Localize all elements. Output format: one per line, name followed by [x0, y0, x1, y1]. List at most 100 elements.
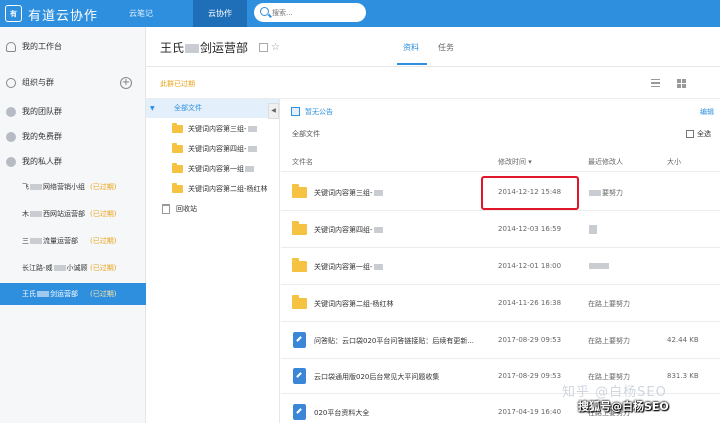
- top-bar: 有 有道云协作 云笔记 云协作: [0, 0, 720, 27]
- blurred-text: [589, 190, 601, 196]
- file-name[interactable]: 问答贴：云口袋020平台问答链接贴：后续有更新...: [314, 336, 474, 346]
- file-name[interactable]: 关键词内容第四组-: [314, 225, 384, 235]
- tree-item-root[interactable]: ▼ 全部文件: [146, 99, 279, 118]
- table-row[interactable]: 关键词内容第四组- 2014-12-03 16:59: [281, 211, 720, 248]
- group-name-suffix: 流量运营部: [43, 237, 78, 245]
- file-name[interactable]: 云口袋通用版020后台常见大平问题收集: [314, 372, 439, 382]
- blurred-text: [373, 190, 383, 196]
- tab-cloud-note[interactable]: 云笔记: [119, 0, 163, 27]
- file-modified-time: 2017-08-29 09:53: [498, 372, 562, 380]
- file-size: 42.44 KB: [667, 336, 699, 344]
- app-logo-icon[interactable]: 有: [5, 5, 22, 22]
- sidebar-item-team-groups[interactable]: 我的团队群: [0, 101, 146, 123]
- search-icon: [260, 7, 269, 16]
- group-item-active[interactable]: 王氏 剑运营部 (已过期): [0, 283, 146, 305]
- blurred-text: [373, 227, 383, 233]
- column-header-modifier[interactable]: 最近修改人: [588, 157, 623, 167]
- sidebar-item-private-groups[interactable]: 我的私人群: [0, 151, 146, 173]
- caret-down-icon[interactable]: ▼: [150, 99, 155, 118]
- tree-item[interactable]: 关键词内容第一组: [146, 160, 279, 179]
- group-item[interactable]: 飞 网络营销小组 (已过期): [0, 176, 146, 198]
- select-all[interactable]: 全选: [686, 129, 711, 139]
- sidebar-item-org-groups[interactable]: 组织与群 +: [0, 72, 146, 94]
- trash-icon: [162, 204, 170, 214]
- search-box[interactable]: [254, 3, 366, 22]
- select-all-label: 全选: [697, 130, 711, 138]
- sidebar-item-free-groups[interactable]: 我的免费群: [0, 126, 146, 148]
- tree-item[interactable]: 关键词内容第四组-: [146, 140, 279, 159]
- group-name-suffix: 小诚顾: [66, 264, 88, 272]
- group-item[interactable]: 木 西网站运营部 (已过期): [0, 203, 146, 225]
- group-item[interactable]: 长江路-威 小诚顾 (已过期): [0, 257, 146, 279]
- folder-icon: [292, 258, 307, 272]
- tree-item-trash[interactable]: 回收站: [146, 200, 279, 219]
- file-name[interactable]: 020平台资料大全: [314, 408, 369, 418]
- list-view-icon[interactable]: [651, 79, 660, 87]
- sidebar-item-workbench[interactable]: 我的工作台: [0, 36, 146, 58]
- announcement-bar: 暂无公告 编辑: [281, 102, 720, 122]
- edit-announcement-link[interactable]: 编辑: [700, 107, 714, 117]
- group-name: 王氏 剑运营部: [22, 283, 78, 305]
- blurred-text: [247, 126, 257, 132]
- document-icon: [293, 332, 306, 348]
- folder-icon: [172, 143, 183, 153]
- expired-notice[interactable]: 此群已过期: [160, 79, 195, 89]
- sidebar-item-label: 我的团队群: [22, 107, 62, 116]
- file-modified-time: 2017-08-29 09:53: [498, 336, 562, 344]
- column-header-modified[interactable]: 修改时间 ▾: [498, 157, 532, 167]
- sidebar-item-label: 组织与群: [22, 78, 54, 87]
- announcement-icon: [291, 107, 300, 116]
- tab-files[interactable]: 资料: [397, 42, 427, 65]
- search-input[interactable]: [272, 6, 360, 19]
- file-modified-time: 2017-04-19 16:40: [498, 408, 562, 416]
- file-name[interactable]: 关键词内容第二组-杨红林: [314, 299, 394, 309]
- file-name-text: 关键词内容第三组-: [314, 189, 373, 197]
- file-name[interactable]: 关键词内容第三组-: [314, 188, 384, 198]
- file-name-text: 关键词内容第四组-: [314, 226, 373, 234]
- tree-item[interactable]: 关键词内容第二组-杨红林: [146, 180, 279, 199]
- sidebar: 我的工作台 组织与群 + 我的团队群 我的免费群 我的私人群 飞 网络营销小组 (…: [0, 27, 146, 423]
- announcement-text: 暂无公告: [305, 108, 333, 116]
- file-name-text: 关键词内容第一组-: [314, 263, 373, 271]
- file-size: 831.3 KB: [667, 372, 699, 380]
- tab-tasks[interactable]: 任务: [438, 42, 454, 53]
- group-item[interactable]: 三 流量运营部 (已过期): [0, 230, 146, 252]
- group-name-prefix: 王氏: [22, 290, 36, 298]
- expired-badge: (已过期): [90, 237, 117, 245]
- star-icon[interactable]: ☆: [271, 42, 280, 53]
- tree-item-label: 关键词内容第一组: [188, 160, 255, 179]
- app-title: 有道云协作: [28, 9, 99, 24]
- column-header-size[interactable]: 大小: [667, 157, 681, 167]
- add-group-button[interactable]: +: [120, 77, 132, 89]
- file-modifier-text: 要努力: [602, 189, 623, 197]
- group-header: 王氏 剑运营部 ☆ 资料 任务: [146, 27, 720, 67]
- tree-item-label: 回收站: [176, 205, 197, 213]
- title-prefix: 王氏: [160, 41, 185, 55]
- group-name-suffix: 剑运营部: [50, 290, 78, 298]
- expired-badge: (已过期): [90, 290, 117, 298]
- file-modified-time: 2014-12-03 16:59: [498, 225, 562, 233]
- tab-cloud-collab[interactable]: 云协作: [193, 0, 247, 27]
- blurred-text: [245, 166, 254, 172]
- tree-item-text: 关键词内容第三组-: [188, 125, 247, 133]
- column-header-name[interactable]: 文件名: [292, 157, 313, 167]
- blurred-text: [589, 263, 609, 269]
- group-settings-icon[interactable]: [259, 43, 268, 52]
- collapse-tree-button[interactable]: ◀: [268, 103, 279, 119]
- header-actions: ☆: [259, 42, 280, 53]
- sidebar-item-label: 我的工作台: [22, 42, 62, 51]
- file-modifier: 在路上要努力: [588, 300, 630, 308]
- grid-view-icon[interactable]: [677, 79, 686, 88]
- breadcrumb[interactable]: 全部文件: [292, 129, 320, 139]
- table-row[interactable]: 关键词内容第一组- 2014-12-01 18:00: [281, 248, 720, 285]
- select-all-checkbox[interactable]: [686, 130, 694, 138]
- group-name: 长江路-威 小诚顾: [22, 257, 88, 279]
- group-name: 木 西网站运营部: [22, 203, 85, 225]
- blurred-text: [37, 291, 49, 297]
- table-row[interactable]: 问答贴：云口袋020平台问答链接贴：后续有更新... 2017-08-29 09…: [281, 322, 720, 359]
- table-row[interactable]: 关键词内容第二组-杨红林 2014-11-26 16:38 在路上要努力: [281, 285, 720, 322]
- file-name[interactable]: 关键词内容第一组-: [314, 262, 384, 272]
- tree-item-label: 全部文件: [174, 104, 202, 112]
- tree-item[interactable]: 关键词内容第三组-: [146, 120, 279, 139]
- file-modifier: 在路上要努力: [588, 337, 630, 345]
